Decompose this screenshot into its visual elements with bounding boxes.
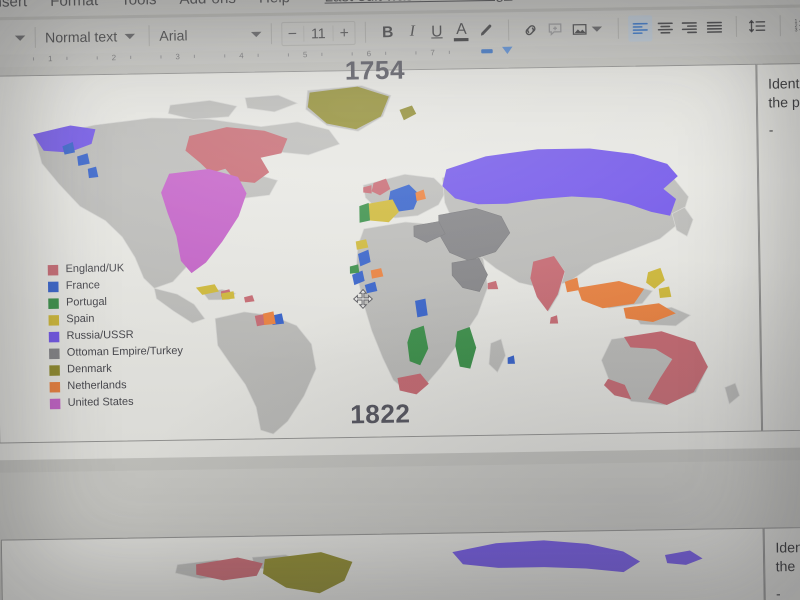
- text-color-letter: A: [455, 19, 467, 38]
- notes-text-1[interactable]: Identify one the previous -: [757, 62, 800, 140]
- legend-swatch: [48, 314, 60, 326]
- legend-swatch: [49, 398, 61, 409]
- paragraph-style-dropdown[interactable]: Normal text: [45, 23, 140, 50]
- legend-item-russia-ussr: Russia/USSR: [48, 327, 183, 346]
- zoom-level-value: 0%: [0, 30, 8, 46]
- map-legend: England/UK France Portugal Spain Russia/…: [47, 260, 184, 412]
- highlighter-icon[interactable]: [473, 17, 498, 44]
- align-right-icon[interactable]: [677, 14, 702, 41]
- screenshot-root: Insert Format Tools Add-ons Help Last ed…: [0, 0, 800, 600]
- legend-item-netherlands: Netherlands: [49, 377, 183, 396]
- chevron-down-icon: [124, 33, 135, 39]
- font-size-value[interactable]: 11: [302, 24, 334, 42]
- table-cell-notes-1[interactable]: Identify one the previous -: [756, 61, 800, 432]
- chevron-down-icon[interactable]: [591, 25, 603, 32]
- legend-label: Netherlands: [67, 378, 127, 392]
- paragraph-style-value: Normal text: [44, 28, 118, 46]
- document-page-1: 1754 1822 England/UK France Portugal Spa…: [0, 56, 800, 461]
- italic-button[interactable]: I: [400, 18, 425, 45]
- font-size-stepper[interactable]: − 11 +: [280, 20, 356, 46]
- legend-label: Portugal: [65, 295, 108, 309]
- notes-line-2: the previous: [768, 93, 800, 111]
- legend-label: United States: [67, 395, 134, 409]
- table-cell-map-1: 1754 1822 England/UK France Portugal Spa…: [0, 56, 763, 444]
- svg-text:3: 3: [794, 27, 797, 33]
- legend-swatch: [48, 298, 59, 309]
- world-map-svg-2: [1, 528, 765, 600]
- legend-item-ottoman-empire-turkey: Ottoman Empire/Turkey: [49, 343, 183, 362]
- bold-button[interactable]: B: [375, 19, 400, 46]
- image-icon[interactable]: [567, 16, 592, 43]
- legend-item-denmark: Denmark: [49, 360, 183, 379]
- notes-text-2[interactable]: Identify one the previous -: [765, 526, 800, 600]
- menu-item-add-ons[interactable]: Add-ons: [168, 0, 248, 8]
- legend-swatch: [47, 281, 59, 293]
- legend-label: Russia/USSR: [66, 328, 134, 342]
- legend-label: Spain: [66, 312, 95, 326]
- legend-swatch: [49, 381, 61, 393]
- menu-item-tools[interactable]: Tools: [109, 0, 168, 9]
- world-map-2: [1, 528, 765, 600]
- legend-label: Denmark: [67, 362, 112, 376]
- font-family-value: Arial: [159, 27, 188, 44]
- legend-swatch: [49, 364, 60, 376]
- toolbar-divider: [148, 25, 151, 47]
- toolbar-divider: [735, 15, 737, 37]
- menu-item-help[interactable]: Help: [247, 0, 301, 7]
- decrease-font-size-button[interactable]: −: [282, 24, 303, 42]
- underline-button[interactable]: U: [424, 18, 449, 45]
- legend-swatch: [47, 264, 59, 276]
- notes-bullet: -: [768, 122, 774, 139]
- menu-item-insert[interactable]: Insert: [0, 0, 39, 11]
- text-color-swatch: [454, 37, 469, 41]
- legend-item-portugal: Portugal: [48, 293, 182, 312]
- menu-item-format[interactable]: Format: [38, 0, 109, 10]
- increase-font-size-button[interactable]: +: [334, 24, 355, 42]
- toolbar-divider: [779, 15, 782, 37]
- legend-item-spain: Spain: [48, 310, 182, 329]
- toolbar-divider: [507, 19, 509, 41]
- legend-label: England/UK: [65, 261, 125, 276]
- numbered-list-icon[interactable]: 123: [790, 12, 800, 39]
- align-justify-icon[interactable]: [702, 14, 727, 41]
- chevron-down-icon: [14, 34, 26, 41]
- toolbar-divider: [617, 17, 619, 39]
- notes-line-1: Identify one: [767, 75, 800, 92]
- last-edit-link[interactable]: Last edit was 7 minutes ago: [324, 0, 512, 6]
- toolbar-divider: [34, 26, 36, 48]
- text-color-button[interactable]: A: [449, 17, 474, 44]
- zoom-level-dropdown[interactable]: 0%: [0, 25, 26, 51]
- legend-item-united-states: United States: [49, 393, 184, 412]
- document-page-2: Identify one the previous -: [0, 525, 800, 600]
- notes-bullet: -: [775, 586, 781, 600]
- document-canvas: 1754 1822 England/UK France Portugal Spa…: [0, 53, 800, 600]
- align-left-icon[interactable]: [627, 14, 653, 42]
- right-indent-bar-icon[interactable]: [481, 48, 493, 53]
- legend-swatch: [49, 348, 60, 359]
- table-cell-map-2: [0, 527, 766, 600]
- line-spacing-icon[interactable]: [746, 13, 771, 40]
- table-cell-notes-2[interactable]: Identify one the previous -: [763, 525, 800, 600]
- photo-tilt-layer: Insert Format Tools Add-ons Help Last ed…: [0, 0, 800, 600]
- font-family-dropdown[interactable]: Arial: [159, 21, 262, 48]
- notes-line-1: Identify one: [775, 539, 800, 556]
- legend-item-france: France: [47, 277, 182, 296]
- align-center-icon[interactable]: [652, 14, 677, 41]
- legend-label: France: [65, 278, 101, 292]
- legend-label: Ottoman Empire/Turkey: [66, 344, 183, 359]
- notes-line-2: the previous: [775, 558, 800, 575]
- link-icon[interactable]: [518, 16, 543, 43]
- toolbar-divider: [364, 21, 367, 43]
- legend-swatch: [48, 331, 60, 343]
- comment-icon[interactable]: [542, 16, 567, 43]
- chevron-down-icon: [250, 31, 262, 37]
- legend-item-england-uk: England/UK: [47, 260, 182, 279]
- toolbar-divider: [270, 23, 272, 45]
- move-cursor: [352, 288, 374, 310]
